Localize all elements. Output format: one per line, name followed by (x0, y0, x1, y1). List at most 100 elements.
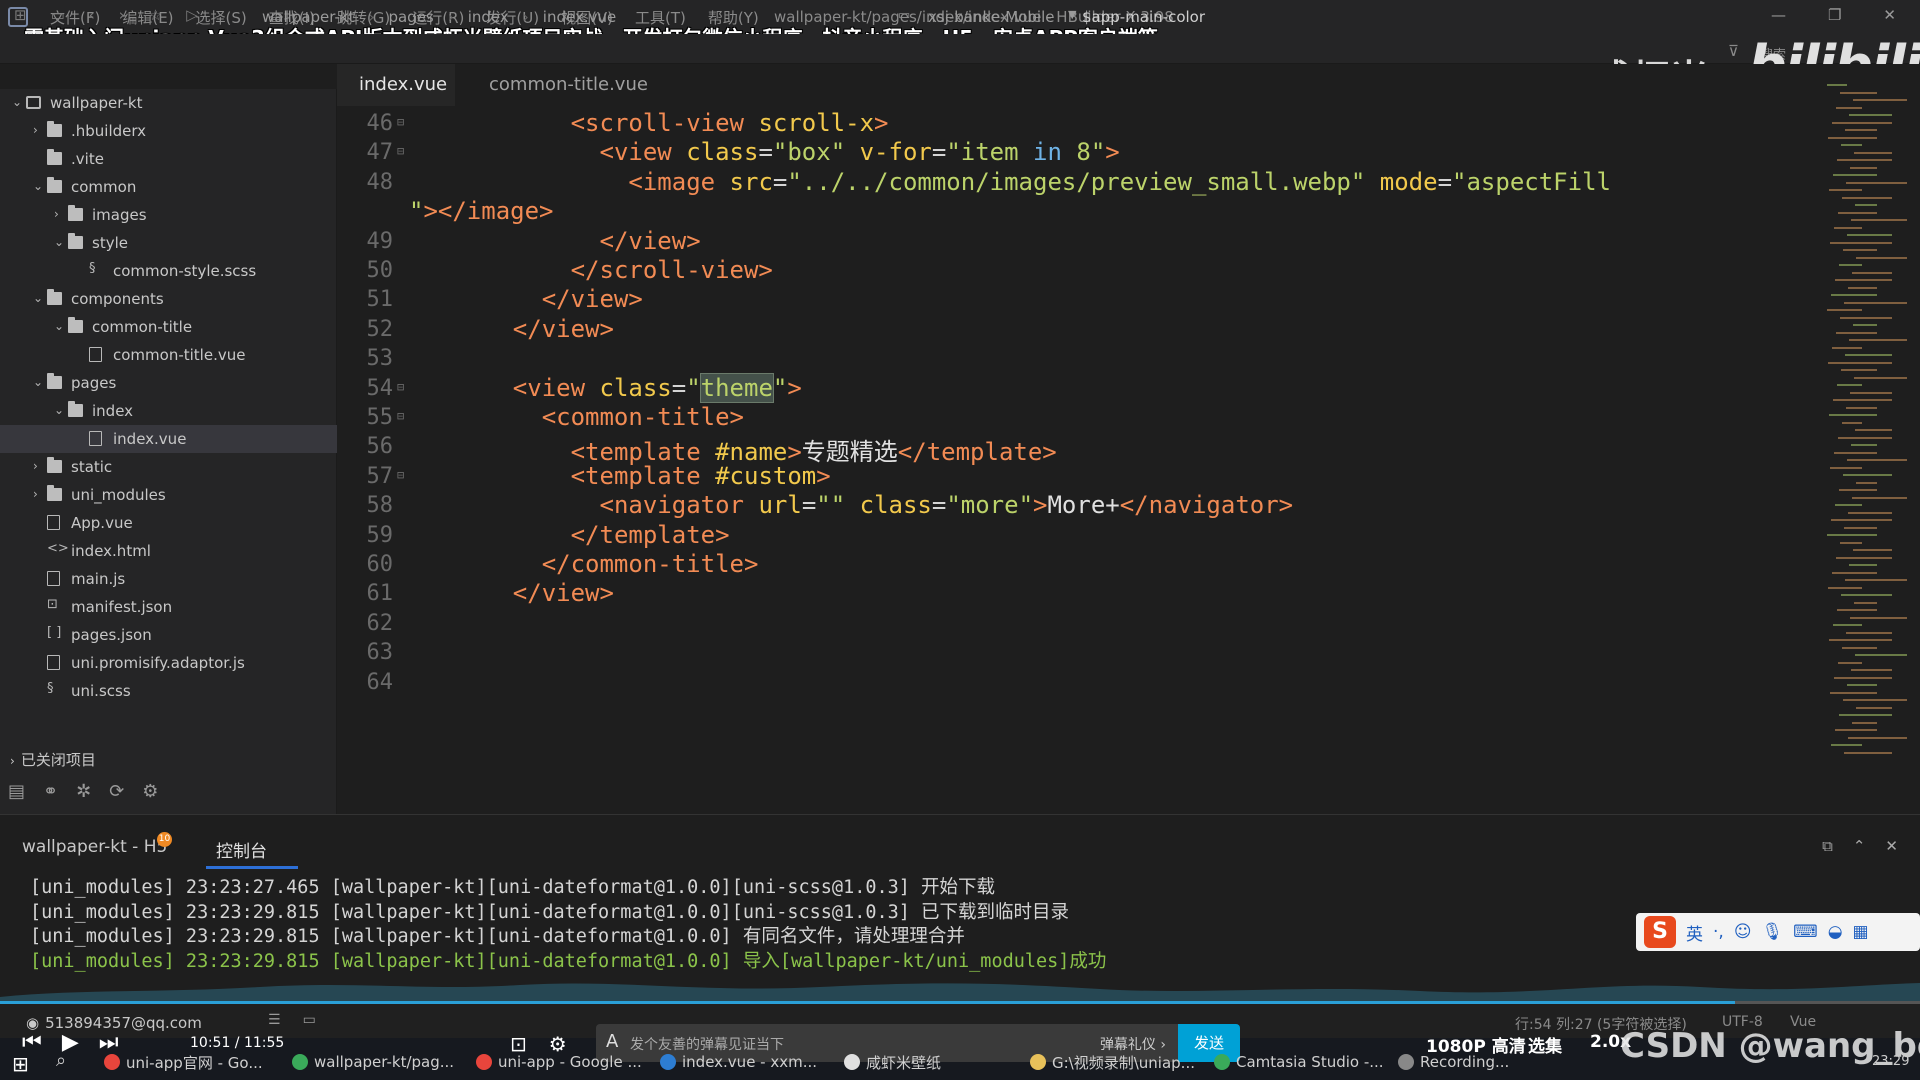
taskbar-app[interactable]: Camtasia Studio -... (1214, 1048, 1384, 1076)
keyboard-icon[interactable]: ⌨ (1793, 922, 1818, 942)
minimize-icon[interactable]: — (1771, 6, 1786, 24)
tree-item[interactable]: ⌄ pages (0, 369, 337, 397)
microphone-icon[interactable]: 🎙 (1762, 922, 1784, 942)
taskbar-app[interactable]: wallpaper-kt/pag... (292, 1048, 454, 1076)
code-line[interactable]: <image src="../../common/images/preview_… (628, 168, 1611, 196)
tree-item[interactable]: › .hbuilderx (0, 117, 337, 145)
chevron-down-icon[interactable]: ⌄ (33, 375, 43, 389)
chevron-right-icon[interactable]: › (33, 123, 38, 137)
chevron-down-icon[interactable]: ⌄ (33, 179, 43, 193)
chevron-right-icon[interactable]: › (33, 459, 38, 473)
chevron-down-icon[interactable]: ⌄ (54, 403, 64, 417)
chevron-down-icon[interactable]: ⌄ (54, 235, 64, 249)
taskbar-app[interactable]: 咸虾米壁纸 (844, 1048, 941, 1076)
ime-mode[interactable]: 英 (1686, 920, 1703, 945)
open-external-icon[interactable]: ⧉ (1822, 837, 1833, 855)
chevron-up-icon[interactable]: ⌃ (1853, 837, 1866, 855)
filter-icon[interactable]: ⊽ (1728, 42, 1739, 60)
breadcrumb-item[interactable]: index (468, 8, 509, 26)
back-icon[interactable]: ‹ (89, 6, 95, 24)
run-device-selector[interactable]: xsj-banke-Mobile (928, 8, 1055, 26)
minimap[interactable] (1817, 84, 1917, 814)
chevron-down-icon[interactable]: ⌄ (54, 319, 64, 333)
code-line[interactable]: "></image> (409, 197, 554, 225)
run-icon[interactable]: ▷ (186, 6, 198, 24)
toolbox-icon[interactable]: ▦ (1853, 922, 1869, 942)
chevron-down-icon[interactable]: ▼ (1068, 8, 1076, 21)
fold-toggle-icon[interactable]: ⊟ (397, 115, 404, 129)
tree-item[interactable]: ⌄ style (0, 229, 337, 257)
taskbar-app[interactable]: uni-app - Google ... (476, 1048, 642, 1076)
code-line[interactable]: </view> (513, 315, 614, 343)
code-line[interactable]: <view class="box" v-for="item in 8"> (600, 138, 1120, 166)
tab-common-title-vue[interactable]: common-title.vue (489, 64, 669, 106)
tree-item[interactable]: index.vue (0, 425, 337, 453)
code-line[interactable]: </view> (600, 227, 701, 255)
tree-item[interactable]: ⌄ wallpaper-kt (0, 89, 337, 117)
closed-projects-section[interactable]: › 已关闭项目 (10, 749, 96, 770)
tab-console[interactable]: 控制台 (216, 837, 267, 862)
tree-item[interactable]: main.js (0, 565, 337, 593)
close-icon[interactable]: ✕ (1885, 837, 1898, 855)
new-file-icon[interactable]: ⊞ (14, 6, 27, 24)
breadcrumb-item[interactable]: pages (388, 8, 433, 26)
fold-toggle-icon[interactable]: ⊟ (397, 380, 404, 394)
code-line[interactable]: <scroll-view scroll-x> (571, 109, 889, 137)
taskbar-app[interactable]: G:\视频录制\uniap... (1030, 1048, 1195, 1076)
tab-project-run[interactable]: wallpaper-kt - H5 (22, 837, 167, 857)
tree-item[interactable]: common-title.vue (0, 341, 337, 369)
tree-item[interactable]: ⊡ manifest.json (0, 593, 337, 621)
tree-item[interactable]: § common-style.scss (0, 257, 337, 285)
tree-item[interactable]: ⌄ common (0, 173, 337, 201)
list-icon[interactable]: ☰ (268, 1012, 281, 1028)
chevron-right-icon[interactable]: › (33, 487, 38, 501)
search-icon[interactable]: ⌕ (56, 1050, 66, 1071)
tree-item[interactable]: › uni_modules (0, 481, 337, 509)
breadcrumb-item[interactable]: index.vue (543, 8, 616, 26)
input-method-toolbar[interactable]: S 英 ·, ☺ 🎙 ⌨ ◒ ▦ (1636, 913, 1920, 951)
code-line[interactable]: </view> (513, 579, 614, 607)
windows-start-icon[interactable]: ⊞ (12, 1052, 29, 1076)
code-line[interactable]: <view class="theme"> (513, 372, 802, 403)
chevron-down-icon[interactable]: ⌄ (12, 95, 22, 109)
tree-item[interactable]: [ ] pages.json (0, 621, 337, 649)
code-line[interactable]: </view> (542, 285, 643, 313)
taskbar-app[interactable]: index.vue - xxm... (660, 1048, 817, 1076)
fold-toggle-icon[interactable]: ⊟ (397, 144, 404, 158)
tree-item[interactable]: ⌄ index (0, 397, 337, 425)
code-line[interactable]: <navigator url="" class="more">More+</na… (600, 491, 1294, 519)
maximize-icon[interactable]: ❐ (1828, 6, 1841, 24)
fold-toggle-icon[interactable]: ⊟ (397, 468, 404, 482)
episodes-button[interactable]: 选集 (1528, 1032, 1562, 1057)
plugins-icon[interactable]: ⚙ (142, 781, 158, 802)
breadcrumb-item[interactable]: wallpaper-kt (262, 8, 354, 26)
tree-item[interactable]: .vite (0, 145, 337, 173)
chevron-down-icon[interactable]: ⌄ (33, 291, 43, 305)
debug-icon[interactable]: ✲ (76, 781, 91, 802)
close-window-icon[interactable]: ✕ (1883, 6, 1896, 24)
tree-item[interactable]: › images (0, 201, 337, 229)
chevron-right-icon[interactable]: › (54, 207, 59, 221)
skin-icon[interactable]: ◒ (1828, 922, 1843, 942)
tree-item[interactable]: ⌄ components (0, 285, 337, 313)
code-line[interactable]: </template> (571, 521, 730, 549)
tree-item[interactable]: ⌄ common-title (0, 313, 337, 341)
code-area[interactable]: 46 ⊟ <scroll-view scroll-x> 47 ⊟ <view class=… (337, 109, 1817, 814)
tree-item[interactable]: › static (0, 453, 337, 481)
code-line[interactable]: </scroll-view> (571, 256, 773, 284)
search-files-icon[interactable]: ⚭ (43, 781, 58, 802)
emoji-icon[interactable]: ☺ (1734, 922, 1752, 942)
code-line[interactable]: <common-title> (542, 403, 744, 431)
forward-icon[interactable]: › (119, 6, 125, 24)
terminal-icon[interactable]: ▭ (303, 1012, 316, 1028)
source-control-icon[interactable]: ⟳ (109, 781, 124, 802)
code-line[interactable]: <template #custom> (571, 462, 831, 490)
punctuation-icon[interactable]: ·, (1713, 922, 1724, 942)
taskbar-app[interactable]: uni-app官网 - Go... (104, 1048, 263, 1076)
tree-item[interactable]: <> index.html (0, 537, 337, 565)
tree-item[interactable]: uni.promisify.adaptor.js (0, 649, 337, 677)
explorer-icon[interactable]: ▤ (8, 781, 25, 802)
code-editor[interactable]: index.vue common-title.vue 46 ⊟ <scroll-vi… (337, 64, 1920, 814)
tree-item[interactable]: § uni.scss (0, 677, 337, 705)
taskbar-app[interactable]: Recording... (1398, 1048, 1509, 1076)
